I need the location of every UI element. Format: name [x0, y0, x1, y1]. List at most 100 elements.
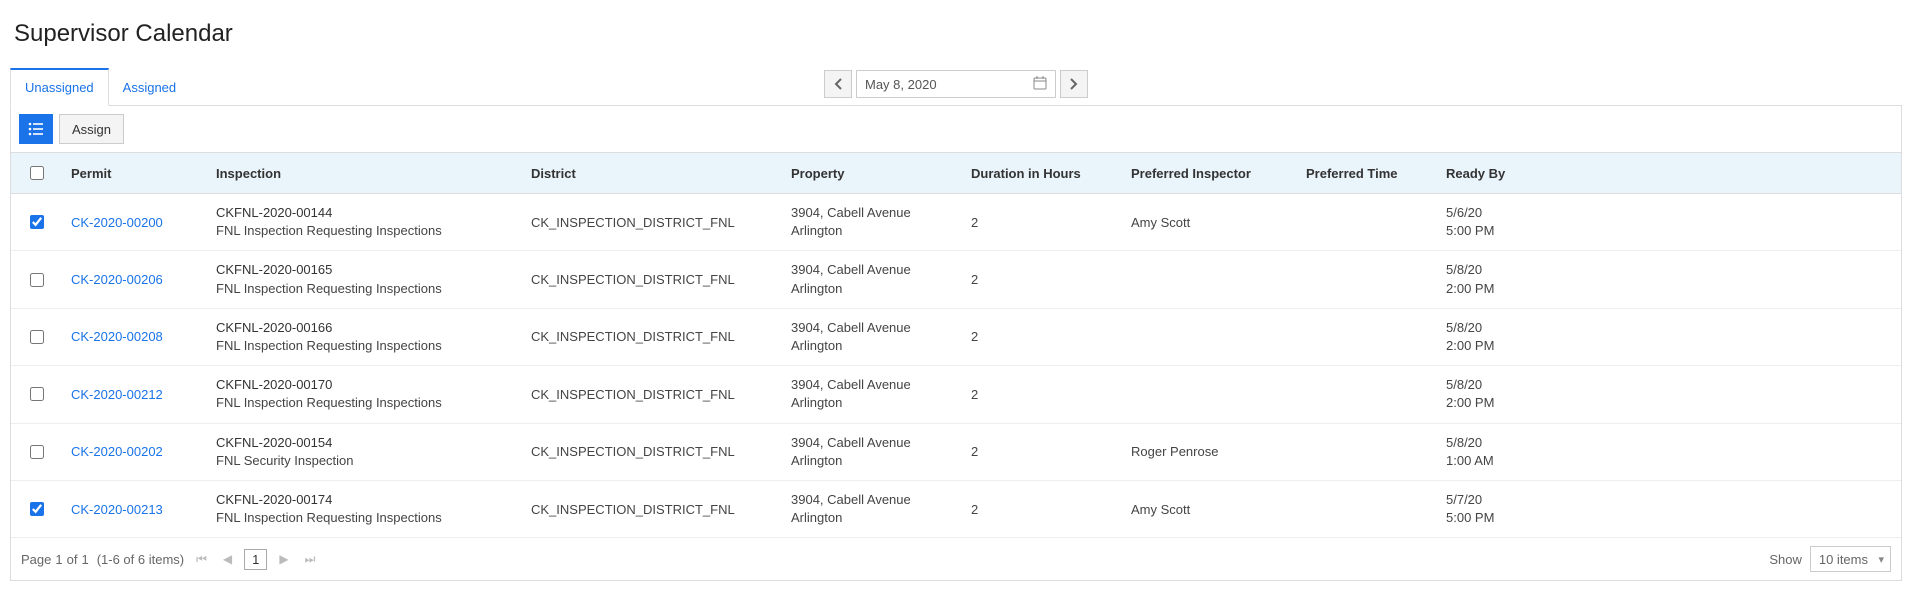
header-duration[interactable]: Duration in Hours — [971, 166, 1131, 181]
chevron-left-icon — [834, 78, 842, 90]
date-picker[interactable]: May 8, 2020 — [856, 70, 1056, 98]
cell-permit: CK-2020-00213 — [61, 502, 216, 517]
row-checkbox[interactable] — [30, 502, 44, 516]
inspection-type: FNL Inspection Requesting Inspections — [216, 394, 531, 412]
permit-link[interactable]: CK-2020-00213 — [71, 502, 163, 517]
tab-assigned[interactable]: Assigned — [109, 68, 190, 106]
grid-body: CK-2020-00200 CKFNL-2020-00144FNL Inspect… — [11, 194, 1901, 538]
cell-ready-by: 5/8/202:00 PM — [1446, 261, 1901, 297]
row-checkbox-cell — [11, 499, 61, 519]
cell-property: 3904, Cabell AvenueArlington — [791, 204, 971, 240]
ready-date: 5/6/20 — [1446, 204, 1901, 222]
cell-inspection: CKFNL-2020-00166FNL Inspection Requestin… — [216, 319, 531, 355]
cell-property: 3904, Cabell AvenueArlington — [791, 261, 971, 297]
cell-district: CK_INSPECTION_DISTRICT_FNL — [531, 272, 791, 287]
row-checkbox-cell — [11, 327, 61, 347]
ready-date: 5/8/20 — [1446, 434, 1901, 452]
inspection-id: CKFNL-2020-00174 — [216, 491, 531, 509]
property-line2: Arlington — [791, 222, 971, 240]
row-checkbox[interactable] — [30, 445, 44, 459]
permit-link[interactable]: CK-2020-00202 — [71, 444, 163, 459]
cell-district: CK_INSPECTION_DISTRICT_FNL — [531, 387, 791, 402]
cell-duration: 2 — [971, 329, 1131, 344]
cell-ready-by: 5/8/202:00 PM — [1446, 376, 1901, 412]
cell-ready-by: 5/6/205:00 PM — [1446, 204, 1901, 240]
ready-time: 5:00 PM — [1446, 509, 1901, 527]
grid-header: Permit Inspection District Property Dura… — [11, 152, 1901, 194]
cell-district: CK_INSPECTION_DISTRICT_FNL — [531, 444, 791, 459]
pager-page-input[interactable]: 1 — [244, 549, 267, 570]
grid-panel: Assign Permit Inspection District Proper… — [10, 106, 1902, 581]
pager-prev-button[interactable]: ◀ — [219, 550, 236, 568]
row-checkbox[interactable] — [30, 273, 44, 287]
permit-link[interactable]: CK-2020-00200 — [71, 215, 163, 230]
cell-duration: 2 — [971, 215, 1131, 230]
page-size-dropdown[interactable]: 10 items — [1810, 546, 1891, 572]
ready-date: 5/8/20 — [1446, 376, 1901, 394]
inspection-id: CKFNL-2020-00170 — [216, 376, 531, 394]
ready-date: 5/8/20 — [1446, 319, 1901, 337]
cell-property: 3904, Cabell AvenueArlington — [791, 434, 971, 470]
date-prev-button[interactable] — [824, 70, 852, 98]
cell-ready-by: 5/8/202:00 PM — [1446, 319, 1901, 355]
property-line1: 3904, Cabell Avenue — [791, 204, 971, 222]
ready-date: 5/8/20 — [1446, 261, 1901, 279]
page-current-text: 1 — [55, 552, 62, 567]
table-row: CK-2020-00202 CKFNL-2020-00154FNL Securit… — [11, 424, 1901, 481]
tab-unassigned[interactable]: Unassigned — [10, 68, 109, 106]
cell-inspection: CKFNL-2020-00154FNL Security Inspection — [216, 434, 531, 470]
show-label: Show — [1769, 552, 1802, 567]
header-preferred-time[interactable]: Preferred Time — [1306, 166, 1446, 181]
page-size-selector: Show 10 items — [1769, 546, 1891, 572]
date-next-button[interactable] — [1060, 70, 1088, 98]
property-line1: 3904, Cabell Avenue — [791, 261, 971, 279]
row-checkbox-cell — [11, 212, 61, 232]
ready-time: 5:00 PM — [1446, 222, 1901, 240]
inspection-id: CKFNL-2020-00165 — [216, 261, 531, 279]
assign-button[interactable]: Assign — [59, 114, 124, 144]
row-checkbox[interactable] — [30, 387, 44, 401]
page-title: Supervisor Calendar — [14, 20, 1902, 48]
property-line2: Arlington — [791, 337, 971, 355]
chevron-right-icon — [1070, 78, 1078, 90]
row-checkbox[interactable] — [30, 330, 44, 344]
permit-link[interactable]: CK-2020-00212 — [71, 387, 163, 402]
table-row: CK-2020-00206CKFNL-2020-00165FNL Inspect… — [11, 251, 1901, 308]
toolbar: Assign — [11, 106, 1901, 152]
table-row: CK-2020-00212 CKFNL-2020-00170FNL Inspect… — [11, 366, 1901, 423]
cell-inspection: CKFNL-2020-00170FNL Inspection Requestin… — [216, 376, 531, 412]
row-checkbox[interactable] — [30, 215, 44, 229]
ready-time: 1:00 AM — [1446, 452, 1901, 470]
list-view-toggle[interactable] — [19, 114, 53, 144]
header-property[interactable]: Property — [791, 166, 971, 181]
pager-last-button[interactable]: ⏭ — [301, 550, 320, 569]
pager-first-button[interactable]: ⏮ — [192, 550, 211, 569]
header-permit[interactable]: Permit — [61, 166, 216, 181]
ready-time: 2:00 PM — [1446, 280, 1901, 298]
permit-link[interactable]: CK-2020-00208 — [71, 329, 163, 344]
cell-ready-by: 5/8/201:00 AM — [1446, 434, 1901, 470]
select-all-checkbox[interactable] — [30, 166, 44, 180]
inspection-type: FNL Inspection Requesting Inspections — [216, 222, 531, 240]
ready-date: 5/7/20 — [1446, 491, 1901, 509]
cell-duration: 2 — [971, 502, 1131, 517]
header-ready-by[interactable]: Ready By — [1446, 166, 1901, 181]
page-of-text: of — [67, 552, 78, 567]
page-size-value: 10 items — [1819, 552, 1868, 567]
header-inspection[interactable]: Inspection — [216, 166, 531, 181]
header-checkbox-cell — [11, 163, 61, 183]
property-line2: Arlington — [791, 452, 971, 470]
pager-next-button[interactable]: ▶ — [275, 550, 292, 568]
cell-permit: CK-2020-00206 — [61, 272, 216, 287]
property-line1: 3904, Cabell Avenue — [791, 319, 971, 337]
ready-time: 2:00 PM — [1446, 394, 1901, 412]
cell-inspector: Roger Penrose — [1131, 444, 1306, 459]
property-line1: 3904, Cabell Avenue — [791, 376, 971, 394]
cell-inspector: Amy Scott — [1131, 502, 1306, 517]
permit-link[interactable]: CK-2020-00206 — [71, 272, 163, 287]
header-district[interactable]: District — [531, 166, 791, 181]
table-row: CK-2020-00200 CKFNL-2020-00144FNL Inspect… — [11, 194, 1901, 251]
header-inspector[interactable]: Preferred Inspector — [1131, 166, 1306, 181]
cell-duration: 2 — [971, 272, 1131, 287]
cell-inspection: CKFNL-2020-00144FNL Inspection Requestin… — [216, 204, 531, 240]
